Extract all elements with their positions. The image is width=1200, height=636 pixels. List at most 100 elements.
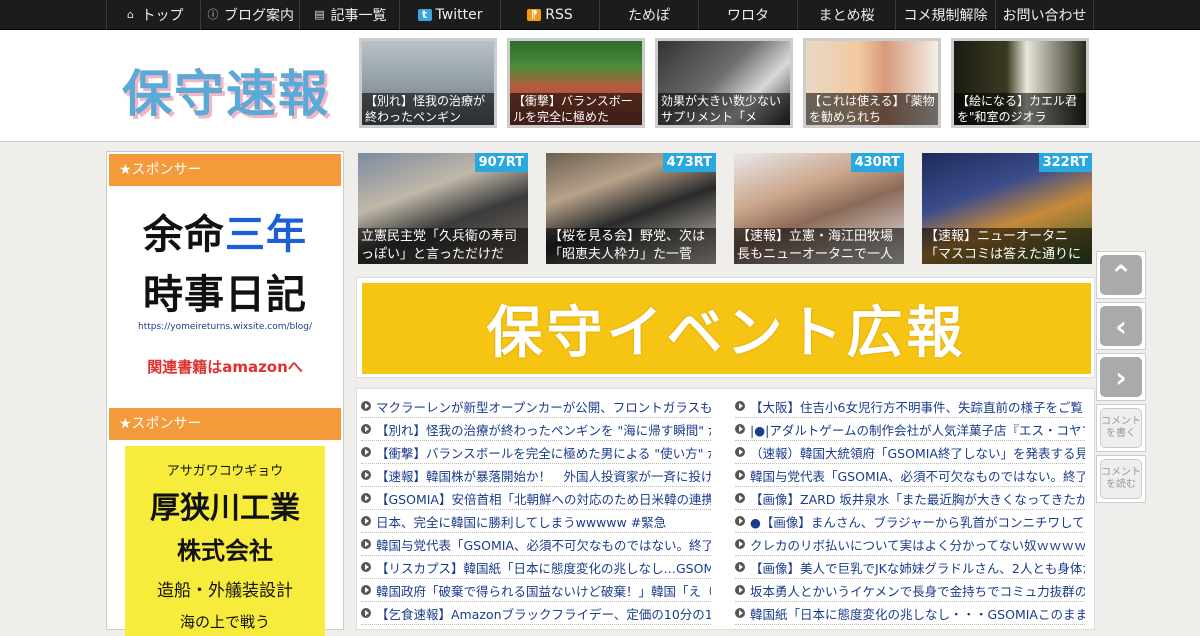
- play-bullet-icon: [361, 470, 371, 480]
- play-bullet-icon: [361, 447, 371, 457]
- list-item[interactable]: 【乞食速報】Amazonブラックフライデー、定価の10分の1以下: [361, 602, 711, 625]
- nav-rss[interactable]: ⁋ RSS: [500, 0, 599, 30]
- list-item[interactable]: 【画像】美人で巨乳でJKな姉妹グラドルさん、2人とも身体か: [735, 556, 1085, 579]
- list-item[interactable]: 日本、完全に韓国に勝利してしまうwwwww #緊急: [361, 510, 711, 533]
- ad-asagawa-company: 株式会社: [177, 536, 273, 565]
- site-header: 保守速報 【別れ】怪我の治療が終わったペンギン 【衝撃】バランスボールを完全に極…: [0, 30, 1200, 142]
- ranking-card[interactable]: 322RT 【速報】ニューオータニ「マスコミは答えた通りに: [922, 153, 1092, 264]
- nav-contact[interactable]: お問い合わせ: [995, 0, 1094, 30]
- header-thumb[interactable]: 効果が大きい数少ないサプリメント「メ: [655, 38, 793, 128]
- header-thumb[interactable]: 【衝撃】バランスボールを完全に極めた: [507, 38, 645, 128]
- sponsor-label: ★スポンサー: [109, 408, 341, 440]
- play-bullet-icon: [361, 516, 371, 526]
- list-item[interactable]: 【衝撃】バランスボールを完全に極めた男による "使い方" が凄: [361, 441, 711, 464]
- list-item[interactable]: 韓国政府「破棄で得られる国益ないけど破棄！」韓国「え（絶: [361, 579, 711, 602]
- header-thumb[interactable]: 【これは使える】「薬物を勧められち: [803, 38, 941, 128]
- retweet-count: 907RT: [474, 153, 528, 172]
- ad-yomei-url: https://yomeireturns.wixsite.com/blog/: [138, 322, 312, 332]
- nav-top[interactable]: ⌂ トップ: [106, 0, 200, 30]
- play-bullet-icon: [361, 585, 371, 595]
- nav-comment-unblock[interactable]: コメ規制解除: [895, 0, 995, 30]
- play-bullet-icon: [361, 493, 371, 503]
- play-bullet-icon: [735, 516, 745, 526]
- list-item[interactable]: |●|アダルトゲームの制作会社が人気洋菓子店『エス・コヤマ』: [735, 418, 1085, 441]
- chevron-up-icon: ⌃: [1100, 255, 1142, 295]
- play-bullet-icon: [361, 608, 371, 618]
- nav-matome-sakura[interactable]: まとめ桜: [797, 0, 895, 30]
- ad-yomei-line2: 時事日記: [143, 272, 307, 318]
- header-thumb[interactable]: 【絵になる】カエル君を"和室のジオラ: [951, 38, 1089, 128]
- left-sidebar: ★スポンサー 余命三年 時事日記 https://yomeireturns.wi…: [106, 151, 344, 636]
- event-banner[interactable]: 保守イベント広報: [356, 277, 1095, 378]
- comment-write-button[interactable]: コメントを書く: [1096, 404, 1146, 452]
- play-bullet-icon: [361, 562, 371, 572]
- list-item[interactable]: 坂本勇人とかいうイケメンで長身で金持ちでコミュ力抜群の一: [735, 579, 1085, 602]
- ad-yomei[interactable]: 余命三年 時事日記 https://yomeireturns.wixsite.c…: [109, 192, 341, 378]
- ad-yomei-line1a: 余命: [143, 212, 225, 258]
- nav-tamepo[interactable]: ためぽ: [599, 0, 698, 30]
- nav-article-list[interactable]: ▤ 記事一覧: [299, 0, 399, 30]
- play-bullet-icon: [735, 539, 745, 549]
- ranking-card[interactable]: 907RT 立憲民主党「久兵衛の寿司っぽい」と言っただけだ: [358, 153, 528, 264]
- list-item[interactable]: 【大阪】住吉小6女児行方不明事件、失踪直前の様子をご覧くだ: [735, 395, 1085, 418]
- nav-warota[interactable]: ワロタ: [698, 0, 797, 30]
- list-item[interactable]: 韓国与党代表「GSOMIA、必須不可欠なものではない。終了の: [361, 533, 711, 556]
- play-bullet-icon: [361, 539, 371, 549]
- chevron-left-icon: ‹: [1100, 306, 1142, 346]
- article-list-left: マクラーレンが新型オープンカーが公開、フロントガラスもサ 【別れ】怪我の治療が終…: [361, 395, 711, 625]
- list-item[interactable]: （速報）韓国大統領府「GSOMIA終了しない」を発表する見通: [735, 441, 1085, 464]
- top-navbar: ⌂ トップ ⓘ ブログ案内 ▤ 記事一覧 t Twitter ⁋ RSS ためぽ ワロタ …: [0, 0, 1200, 30]
- site-logo[interactable]: 保守速報: [122, 54, 330, 126]
- ad-asagawa-name: 厚狭川工業: [150, 491, 300, 526]
- ranking-card[interactable]: 473RT 【桜を見る会】野党、次は「昭恵夫人枠カ」た一菅: [546, 153, 716, 264]
- list-item[interactable]: マクラーレンが新型オープンカーが公開、フロントガラスもサ: [361, 395, 711, 418]
- nav-twitter[interactable]: t Twitter: [399, 0, 500, 30]
- retweet-count: 430RT: [850, 153, 904, 172]
- list-icon: ▤: [314, 8, 325, 21]
- list-item[interactable]: クレカのリボ払いについて実はよく分かってない奴ｗｗｗｗｗ: [735, 533, 1085, 556]
- scroll-top-button[interactable]: ⌃: [1096, 251, 1146, 299]
- nav-blog-guide[interactable]: ⓘ ブログ案内: [200, 0, 299, 30]
- list-item[interactable]: ●【画像】まんさん、ブラジャーから乳首がコンニチワしてしま: [735, 510, 1085, 533]
- article-list-right: 【大阪】住吉小6女児行方不明事件、失踪直前の様子をご覧くだ |●|アダルトゲーム…: [735, 395, 1085, 625]
- list-item[interactable]: 韓国与党代表「GSOMIA、必須不可欠なものではない。終了の: [735, 464, 1085, 487]
- play-bullet-icon: [735, 470, 745, 480]
- list-item[interactable]: 【速報】韓国株が暴落開始か！ 外国人投資家が一斉に投げ売: [361, 464, 711, 487]
- header-thumb[interactable]: 【別れ】怪我の治療が終わったペンギン: [359, 38, 497, 128]
- info-icon: ⓘ: [207, 8, 219, 21]
- next-button[interactable]: ›: [1096, 353, 1146, 401]
- ad-asagawa-kana: アサガワコウギョウ: [166, 464, 284, 479]
- play-bullet-icon: [735, 585, 745, 595]
- play-bullet-icon: [735, 401, 745, 411]
- comment-read-button[interactable]: コメントを読む: [1096, 455, 1146, 503]
- chevron-right-icon: ›: [1100, 357, 1142, 397]
- event-banner-text: 保守イベント広報: [362, 283, 1091, 374]
- list-item[interactable]: 【別れ】怪我の治療が終わったペンギンを "海に帰す瞬間" が涙: [361, 418, 711, 441]
- sponsor-label: ★スポンサー: [109, 154, 341, 186]
- retweet-count: 322RT: [1038, 153, 1092, 172]
- list-item[interactable]: 【リスカプス】韓国紙「日本に態度変化の兆しなし…GSOMIA: [361, 556, 711, 579]
- rss-icon: ⁋: [527, 9, 542, 21]
- home-icon: ⌂: [127, 8, 134, 21]
- play-bullet-icon: [361, 424, 371, 434]
- list-item[interactable]: 【GSOMIA】安倍首相「北朝鮮への対応のため日米韓の連携協: [361, 487, 711, 510]
- play-bullet-icon: [735, 447, 745, 457]
- play-bullet-icon: [735, 424, 745, 434]
- ad-amazon-link[interactable]: 関連書籍はamazonへ: [109, 356, 341, 377]
- retweet-count: 473RT: [662, 153, 716, 172]
- ad-asagawa[interactable]: アサガワコウギョウ 厚狭川工業 株式会社 造船・外艤装設計 海の上で戦う: [125, 446, 325, 636]
- comment-read-label: コメントを読む: [1100, 459, 1142, 499]
- twitter-icon: t: [417, 9, 432, 21]
- nav-menu: ⌂ トップ ⓘ ブログ案内 ▤ 記事一覧 t Twitter ⁋ RSS ためぽ ワロタ …: [106, 0, 1094, 30]
- play-bullet-icon: [735, 562, 745, 572]
- prev-button[interactable]: ‹: [1096, 302, 1146, 350]
- comment-write-label: コメントを書く: [1100, 408, 1142, 448]
- ad-yomei-line1b: 三年: [225, 212, 307, 258]
- list-item[interactable]: 韓国紙「日本に態度変化の兆しなし・・・GSOMIAこのまま終: [735, 602, 1085, 625]
- play-bullet-icon: [735, 493, 745, 503]
- ranking-card[interactable]: 430RT 【速報】立憲・海江田牧場長もニューオータニで一人: [734, 153, 904, 264]
- play-bullet-icon: [361, 401, 371, 411]
- ad-asagawa-slogan: 海の上で戦う: [179, 613, 270, 631]
- ad-asagawa-business: 造船・外艤装設計: [157, 581, 293, 601]
- list-item[interactable]: 【画像】ZARD 坂井泉水「また最近胸が大きくなってきたかも: [735, 487, 1085, 510]
